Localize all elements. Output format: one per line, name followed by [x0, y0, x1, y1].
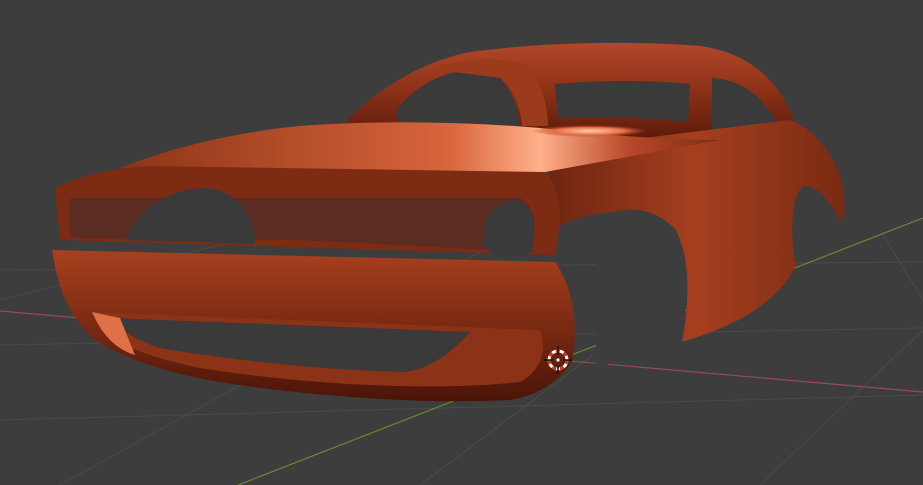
rear-window-opening — [555, 81, 690, 122]
3d-cursor-center — [556, 358, 560, 362]
front-wheel-arch-opening — [596, 209, 686, 368]
grid-line — [879, 229, 923, 301]
hood-highlight — [532, 125, 648, 137]
car-body-model[interactable] — [52, 42, 845, 402]
grid-line — [759, 329, 923, 485]
viewport-scene[interactable] — [0, 0, 923, 485]
3d-viewport[interactable] — [0, 0, 923, 485]
